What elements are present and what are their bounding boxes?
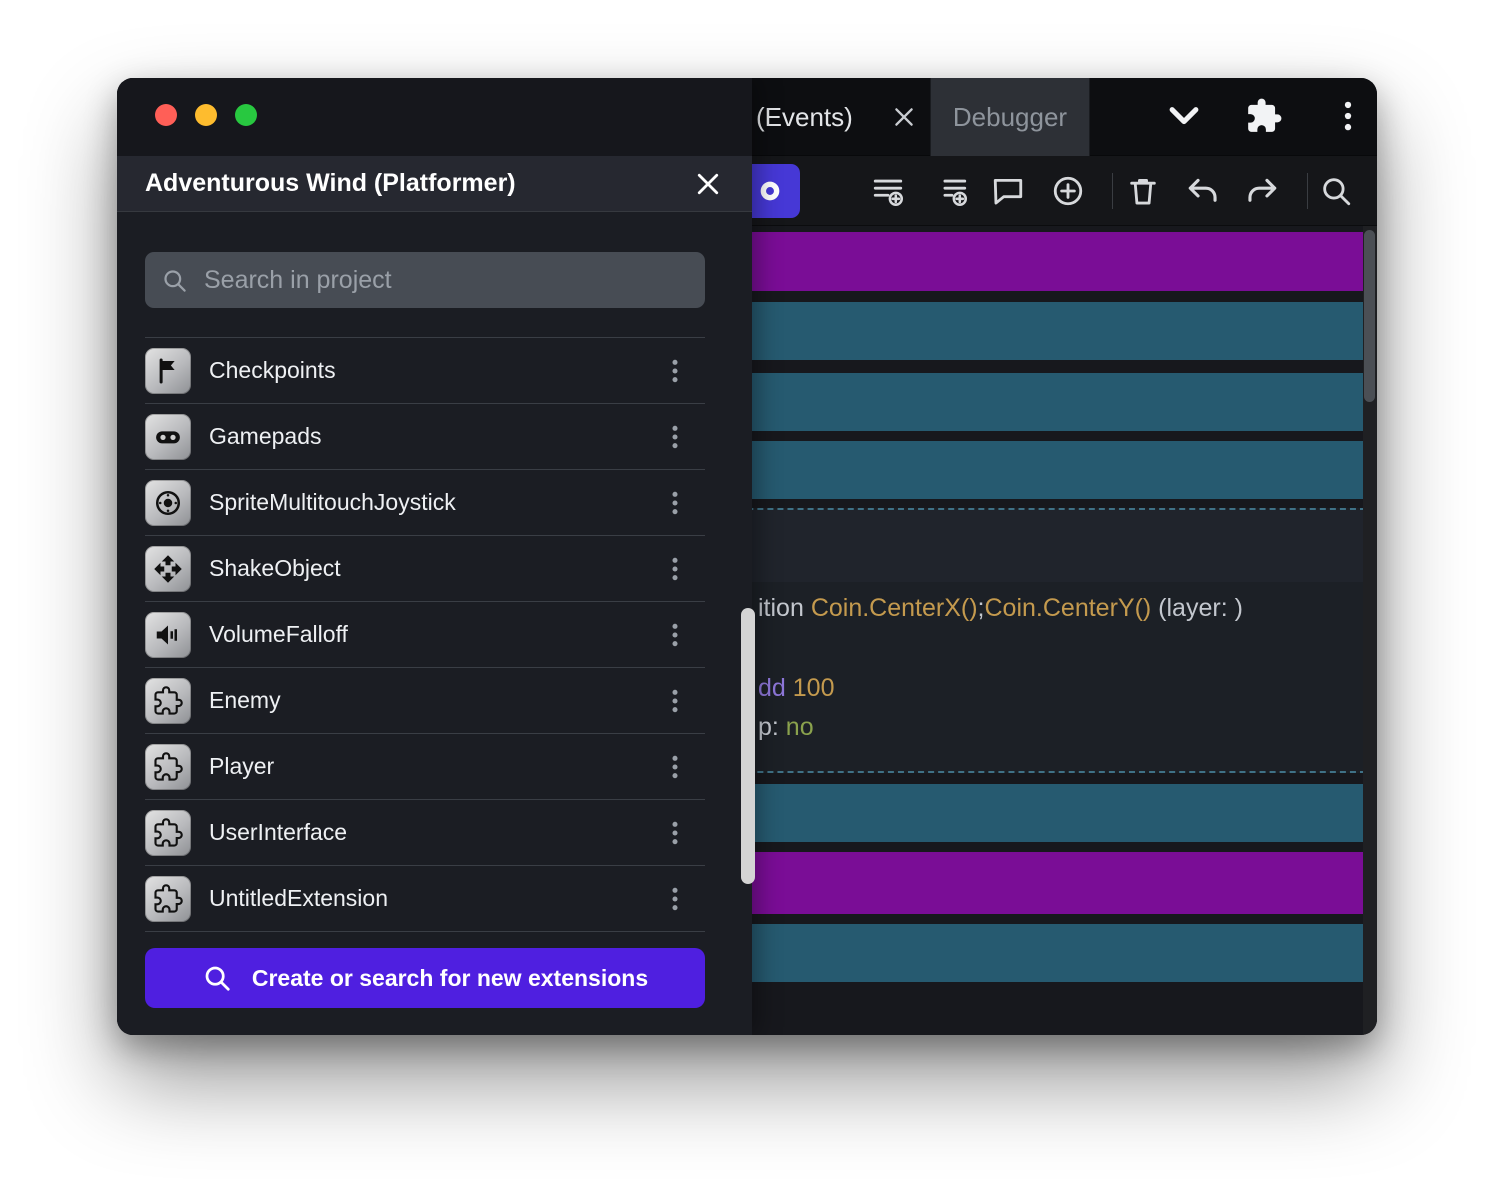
code-token: no — [786, 713, 814, 741]
project-search-box[interactable] — [145, 252, 705, 308]
project-manager-dialog: Adventurous Wind (Platformer) Checkpoint… — [117, 78, 752, 1035]
event-row-purple[interactable] — [677, 232, 1363, 291]
kebab-menu-icon[interactable] — [1329, 97, 1367, 135]
code-token: 100 — [793, 674, 835, 702]
code-token: (layer: ) — [1151, 594, 1243, 622]
active-tool-icon — [756, 177, 784, 205]
event-row-teal[interactable] — [677, 373, 1363, 431]
tab-debugger[interactable]: Debugger — [930, 78, 1090, 156]
search-icon — [161, 267, 188, 294]
item-kebab-icon[interactable] — [659, 685, 691, 717]
extensions-puzzle-icon[interactable] — [1245, 97, 1283, 135]
code-token: Coin.CenterX() — [811, 594, 978, 622]
list-item-label: Gamepads — [209, 423, 322, 450]
event-row-teal[interactable] — [677, 302, 1363, 360]
create-extension-button-label: Create or search for new extensions — [252, 965, 648, 992]
event-action-line: ition Coin.CenterX();Coin.CenterY() (lay… — [758, 592, 1243, 624]
extension-list: Checkpoints Gamepads SpriteMultitouchJ — [145, 337, 705, 932]
item-kebab-icon[interactable] — [659, 355, 691, 387]
item-kebab-icon[interactable] — [659, 421, 691, 453]
list-item-checkpoints[interactable]: Checkpoints — [145, 337, 705, 403]
list-item-label: UserInterface — [209, 819, 347, 846]
item-kebab-icon[interactable] — [659, 817, 691, 849]
toolbar-divider — [1112, 173, 1113, 209]
code-token: Coin.CenterY() — [985, 594, 1152, 622]
item-kebab-icon[interactable] — [659, 619, 691, 651]
code-token: dd — [758, 674, 793, 702]
create-extension-button[interactable]: Create or search for new extensions — [145, 948, 705, 1008]
search-icon[interactable] — [1319, 174, 1353, 208]
item-kebab-icon[interactable] — [659, 751, 691, 783]
event-row-purple[interactable] — [677, 852, 1363, 914]
dialog-scrollbar-thumb[interactable] — [741, 608, 755, 884]
list-item-label: VolumeFalloff — [209, 621, 348, 648]
events-scrollbar-thumb[interactable] — [1364, 230, 1375, 402]
move-icon — [145, 546, 191, 592]
list-item-gamepads[interactable]: Gamepads — [145, 403, 705, 469]
volume-icon — [145, 612, 191, 658]
dialog-titlebar: Adventurous Wind (Platformer) — [117, 156, 752, 212]
item-kebab-icon[interactable] — [659, 553, 691, 585]
list-item-player[interactable]: Player — [145, 733, 705, 799]
tab-events[interactable]: (Events) — [756, 78, 917, 156]
code-token: p: — [758, 713, 786, 741]
puzzle-icon — [145, 744, 191, 790]
dialog-title: Adventurous Wind (Platformer) — [145, 169, 516, 198]
redo-icon[interactable] — [1245, 174, 1279, 208]
add-circle-icon[interactable] — [1051, 174, 1085, 208]
selected-event-conditions — [679, 510, 1364, 582]
list-item-label: SpriteMultitouchJoystick — [209, 489, 456, 516]
minimize-traffic-light[interactable] — [195, 104, 217, 126]
event-row-teal[interactable] — [677, 784, 1363, 842]
tab-close-icon[interactable] — [891, 104, 917, 130]
puzzle-icon — [145, 678, 191, 724]
code-token: ; — [978, 594, 985, 622]
puzzle-icon — [145, 876, 191, 922]
flag-icon — [145, 348, 191, 394]
event-action-line: p: no — [758, 711, 814, 743]
puzzle-icon — [145, 810, 191, 856]
close-icon[interactable] — [694, 170, 722, 198]
list-item-userinterface[interactable]: UserInterface — [145, 799, 705, 865]
undo-icon[interactable] — [1186, 174, 1220, 208]
list-item-label: ShakeObject — [209, 555, 341, 582]
item-kebab-icon[interactable] — [659, 487, 691, 519]
chevron-down-icon[interactable] — [1165, 97, 1203, 135]
list-item-volumefalloff[interactable]: VolumeFalloff — [145, 601, 705, 667]
event-row-teal[interactable] — [677, 924, 1363, 982]
add-subevent-icon[interactable] — [935, 174, 969, 208]
app-window: (Events) Debugger — [117, 78, 1377, 1035]
gamepad-icon — [145, 414, 191, 460]
add-comment-icon[interactable] — [991, 174, 1025, 208]
joystick-icon — [145, 480, 191, 526]
list-item-enemy[interactable]: Enemy — [145, 667, 705, 733]
list-item-label: Checkpoints — [209, 357, 336, 384]
code-token: ition — [758, 594, 811, 622]
item-kebab-icon[interactable] — [659, 883, 691, 915]
list-item-untitledextension[interactable]: UntitledExtension — [145, 865, 705, 931]
event-action-line: dd 100 — [758, 672, 834, 704]
list-item-label: Enemy — [209, 687, 281, 714]
trash-icon[interactable] — [1126, 174, 1160, 208]
list-item-label: Player — [209, 753, 274, 780]
tab-debugger-label: Debugger — [953, 102, 1067, 133]
search-input[interactable] — [202, 265, 689, 296]
event-row-teal[interactable] — [677, 441, 1363, 499]
add-event-icon[interactable] — [871, 174, 905, 208]
selected-event-block[interactable]: ition Coin.CenterX();Coin.CenterY() (lay… — [677, 508, 1366, 773]
list-item-spritemultitouchjoystick[interactable]: SpriteMultitouchJoystick — [145, 469, 705, 535]
zoom-traffic-light[interactable] — [235, 104, 257, 126]
window-chrome — [117, 78, 752, 156]
list-item-shakeobject[interactable]: ShakeObject — [145, 535, 705, 601]
tab-events-label: (Events) — [756, 102, 853, 133]
search-icon — [202, 963, 232, 993]
toolbar-divider — [1307, 173, 1308, 209]
list-item-label: UntitledExtension — [209, 885, 388, 912]
close-traffic-light[interactable] — [155, 104, 177, 126]
